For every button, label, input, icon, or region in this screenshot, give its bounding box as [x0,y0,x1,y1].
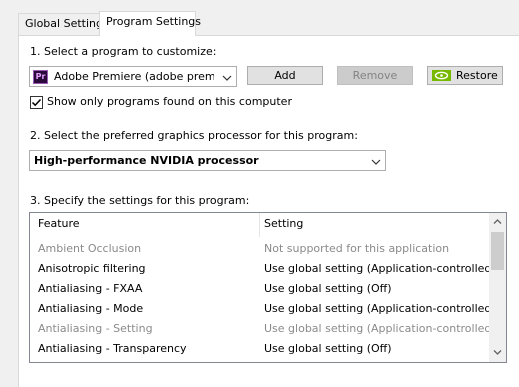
program-select[interactable]: Pr Adobe Premiere (adobe premier… [29,66,237,87]
step3-label: 3. Specify the settings for this program… [30,194,250,207]
scroll-up-arrow-icon[interactable] [493,218,502,225]
list-item[interactable]: Antialiasing - FXAA Use global setting (… [30,279,488,299]
program-select-value: Adobe Premiere (adobe premier… [54,70,214,83]
list-item[interactable]: Ambient Occlusion Not supported for this… [30,239,488,259]
graphics-processor-value: High-performance NVIDIA processor [34,154,259,167]
remove-button[interactable]: Remove [337,66,413,85]
feature-name: Antialiasing - Setting [38,322,153,335]
feature-setting: Use global setting (Application-controll… [264,322,496,335]
tab-program-settings[interactable]: Program Settings [99,11,201,36]
feature-setting: Use global setting (Off) [264,342,392,355]
feature-name: Antialiasing - Mode [38,302,144,315]
program-settings-list[interactable]: Feature Setting Ambient Occlusion Not su… [29,212,507,363]
feature-setting: Use global setting (Application-controll… [264,302,496,315]
feature-setting: Use global setting (Off) [264,282,392,295]
nvidia-logo-icon [432,70,451,81]
premiere-app-icon: Pr [33,70,48,84]
feature-setting: Use global setting (Application-controll… [264,262,496,275]
feature-name: Antialiasing - Transparency [38,342,187,355]
vertical-scrollbar[interactable] [489,213,506,362]
show-only-label[interactable]: Show only programs found on this compute… [47,95,292,108]
tab-strip: Global Settings Program Settings [0,0,519,36]
graphics-processor-select[interactable]: High-performance NVIDIA processor [29,150,386,171]
feature-name: Anisotropic filtering [38,262,146,275]
feature-name: Antialiasing - FXAA [38,282,143,295]
column-divider[interactable] [259,213,260,237]
add-button[interactable]: Add [247,66,323,85]
tab-global-settings[interactable]: Global Settings [18,13,109,35]
column-header-feature[interactable]: Feature [38,213,80,237]
scroll-down-arrow-icon[interactable] [493,349,502,356]
chevron-down-icon [371,159,381,165]
step1-label: 1. Select a program to customize: [30,45,217,58]
restore-label: Restore [456,69,498,82]
scrollbar-thumb[interactable] [491,232,504,270]
step2-label: 2. Select the preferred graphics process… [30,129,358,142]
list-item[interactable]: Antialiasing - Mode Use global setting (… [30,299,496,319]
feature-setting: Not supported for this application [264,242,450,255]
list-item[interactable]: Antialiasing - Setting Use global settin… [30,319,496,339]
checkmark-icon [31,98,42,107]
restore-button[interactable]: Restore [427,66,503,85]
show-only-checkbox[interactable] [30,96,43,109]
feature-name: Ambient Occlusion [38,242,142,255]
list-item[interactable]: Antialiasing - Transparency Use global s… [30,339,488,359]
column-header-setting[interactable]: Setting [264,213,303,237]
chevron-down-icon [222,75,232,81]
program-settings-panel: 1. Select a program to customize: Pr Ado… [18,35,519,387]
list-item[interactable]: Anisotropic filtering Use global setting… [30,259,496,279]
